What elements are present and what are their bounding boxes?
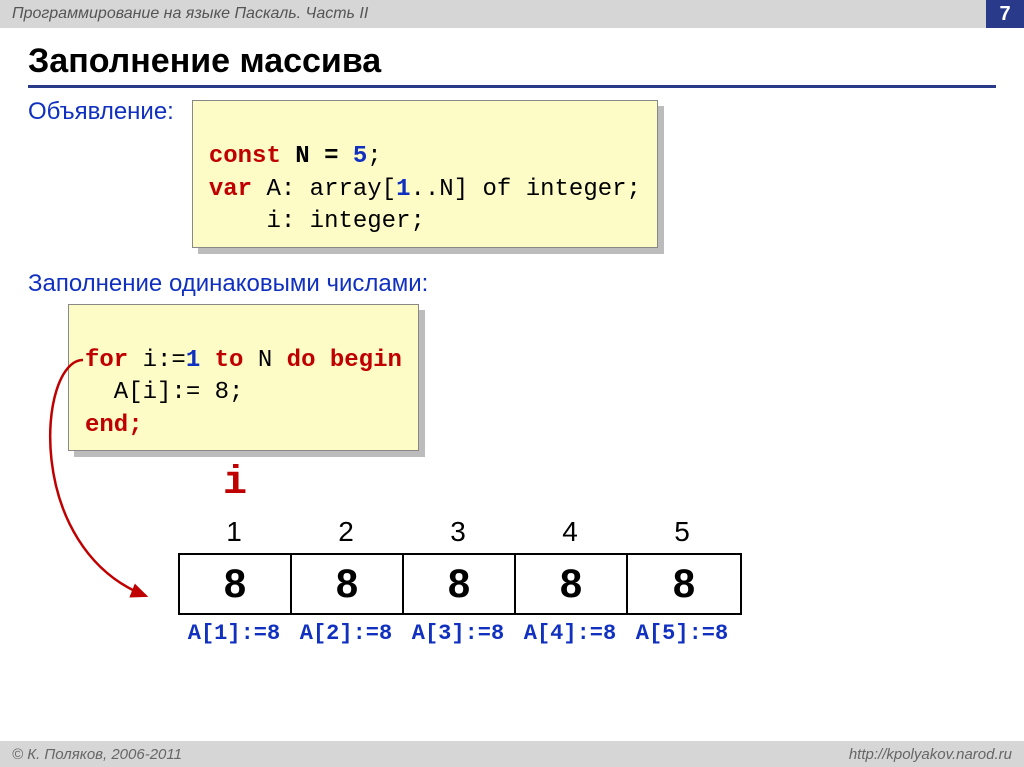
index-cell: 3 <box>402 516 514 548</box>
assignment-text: A[5]:=8 <box>626 621 738 646</box>
array-cell: 8 <box>404 555 516 613</box>
array-cell: 8 <box>292 555 404 613</box>
index-row: 1 2 3 4 5 <box>178 516 738 548</box>
array-cell: 8 <box>516 555 628 613</box>
declaration-label: Объявление: <box>28 98 174 126</box>
title-underline <box>28 85 996 88</box>
code-block-declaration: const N = 5; var A: array[1..N] of integ… <box>192 100 658 248</box>
code-block-fill: for i:=1 to N do begin A[i]:= 8; end; <box>68 304 419 452</box>
fill-label: Заполнение одинаковыми числами: <box>28 270 996 298</box>
page-number: 7 <box>986 0 1024 28</box>
index-cell: 4 <box>514 516 626 548</box>
i-variable-label: i <box>223 461 247 506</box>
index-cell: 2 <box>290 516 402 548</box>
doc-title: Программирование на языке Паскаль. Часть… <box>12 5 368 23</box>
assignment-text: A[3]:=8 <box>402 621 514 646</box>
array-cell: 8 <box>628 555 740 613</box>
index-cell: 1 <box>178 516 290 548</box>
assignment-row: A[1]:=8 A[2]:=8 A[3]:=8 A[4]:=8 A[5]:=8 <box>178 621 738 646</box>
array-cells: 8 8 8 8 8 <box>178 553 742 615</box>
footer-bar: © К. Поляков, 2006-2011 http://kpolyakov… <box>0 741 1024 767</box>
slide-content: Заполнение массива Объявление: const N =… <box>0 28 1024 681</box>
array-diagram: i 1 2 3 4 5 8 8 8 8 8 A[1]:=8 A[ <box>128 461 996 681</box>
index-cell: 5 <box>626 516 738 548</box>
array-cell: 8 <box>180 555 292 613</box>
footer-url: http://kpolyakov.narod.ru <box>849 746 1012 763</box>
assignment-text: A[4]:=8 <box>514 621 626 646</box>
copyright: © К. Поляков, 2006-2011 <box>12 746 182 763</box>
header-bar: Программирование на языке Паскаль. Часть… <box>0 0 1024 28</box>
assignment-text: A[1]:=8 <box>178 621 290 646</box>
assignment-text: A[2]:=8 <box>290 621 402 646</box>
slide-title: Заполнение массива <box>28 42 996 81</box>
